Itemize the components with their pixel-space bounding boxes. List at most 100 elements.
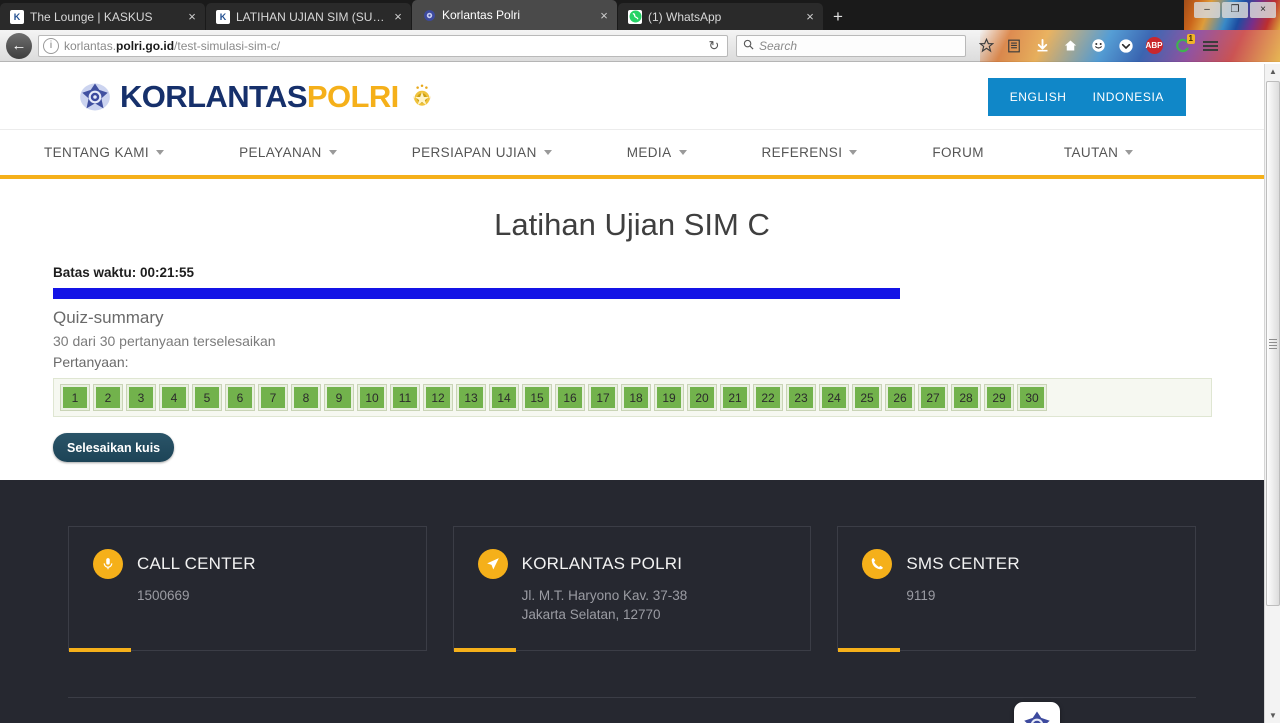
- question-number-box[interactable]: 1: [61, 385, 89, 410]
- url-domain: polri.go.id: [116, 38, 175, 53]
- adblock-icon[interactable]: ABP: [1140, 33, 1168, 59]
- question-number-box[interactable]: 30: [1018, 385, 1046, 410]
- reload-icon[interactable]: ↻: [705, 38, 723, 54]
- new-tab-button[interactable]: +: [824, 3, 852, 30]
- tab-title: Korlantas Polri: [442, 8, 521, 22]
- contact-cards: CALL CENTER 1500669 KORLANTAS POLRI Jl. …: [0, 526, 1264, 652]
- question-number-box[interactable]: 7: [259, 385, 287, 410]
- question-number-box[interactable]: 16: [556, 385, 584, 410]
- contact-line: 1500669: [137, 588, 190, 603]
- download-icon[interactable]: [1028, 33, 1056, 59]
- nav-label: TAUTAN: [1063, 145, 1119, 160]
- smiley-icon[interactable]: [1084, 33, 1112, 59]
- kaskus-icon: K: [216, 9, 230, 24]
- browser-tab[interactable]: K LATIHAN UJIAN SIM (SUR... ×: [206, 3, 411, 30]
- home-icon[interactable]: [1056, 33, 1084, 59]
- question-number-box[interactable]: 5: [193, 385, 221, 410]
- extension-badge: 1: [1186, 33, 1195, 44]
- nav-item-media[interactable]: MEDIA: [627, 145, 687, 160]
- question-number-box[interactable]: 19: [655, 385, 683, 410]
- quiz-progress-fill: [53, 288, 900, 299]
- close-icon[interactable]: ×: [185, 10, 199, 23]
- question-number-box[interactable]: 4: [160, 385, 188, 410]
- search-input[interactable]: Search: [736, 34, 966, 57]
- lang-indonesia[interactable]: INDONESIA: [1093, 90, 1164, 104]
- question-number-box[interactable]: 17: [589, 385, 617, 410]
- question-number-box[interactable]: 22: [754, 385, 782, 410]
- question-number-box[interactable]: 10: [358, 385, 386, 410]
- question-number-box[interactable]: 11: [391, 385, 419, 410]
- close-icon[interactable]: ×: [803, 10, 817, 23]
- question-number-box[interactable]: 23: [787, 385, 815, 410]
- question-number-box[interactable]: 6: [226, 385, 254, 410]
- contact-title: KORLANTAS POLRI: [521, 554, 683, 573]
- question-number-box[interactable]: 8: [292, 385, 320, 410]
- question-number-box[interactable]: 2: [94, 385, 122, 410]
- extension-icon[interactable]: 1: [1168, 33, 1196, 59]
- question-number-box[interactable]: 15: [523, 385, 551, 410]
- question-number-box[interactable]: 29: [985, 385, 1013, 410]
- question-number-box[interactable]: 24: [820, 385, 848, 410]
- question-number-box[interactable]: 12: [424, 385, 452, 410]
- polri-star-emblem-icon: [407, 82, 437, 112]
- question-number-box[interactable]: 3: [127, 385, 155, 410]
- nav-item-forum[interactable]: FORUM: [932, 145, 984, 160]
- language-switcher[interactable]: ENGLISH INDONESIA: [987, 77, 1186, 116]
- korlantas-emblem-icon: [78, 80, 112, 114]
- menu-icon[interactable]: [1196, 33, 1224, 59]
- question-number-box[interactable]: 13: [457, 385, 485, 410]
- browser-tab-active[interactable]: Korlantas Polri ×: [412, 0, 617, 30]
- question-number-box[interactable]: 21: [721, 385, 749, 410]
- close-icon[interactable]: ×: [597, 9, 611, 22]
- question-number-box[interactable]: 20: [688, 385, 716, 410]
- question-number-box[interactable]: 18: [622, 385, 650, 410]
- question-number-box[interactable]: 25: [853, 385, 881, 410]
- nav-label: MEDIA: [626, 145, 672, 160]
- contact-line: 9119: [906, 588, 936, 603]
- scroll-up-arrow-icon[interactable]: ▲: [1265, 64, 1280, 79]
- question-number-box[interactable]: 26: [886, 385, 914, 410]
- kaskus-icon: K: [10, 9, 24, 24]
- nav-label: PELAYANAN: [239, 145, 322, 160]
- browser-navbar: ← i korlantas.polri.go.id/test-simulasi-…: [0, 30, 1280, 62]
- nav-item-referensi[interactable]: REFERENSI: [762, 145, 858, 160]
- korlantas-icon: [422, 8, 436, 22]
- address-bar[interactable]: i korlantas.polri.go.id/test-simulasi-si…: [38, 34, 728, 57]
- nav-item-tentang-kami[interactable]: TENTANG KAMI: [44, 145, 165, 160]
- chevron-down-icon: [849, 150, 858, 155]
- question-number-box[interactable]: 27: [919, 385, 947, 410]
- nav-label: FORUM: [932, 145, 984, 160]
- scroll-down-arrow-icon[interactable]: ▼: [1265, 708, 1280, 723]
- chat-widget[interactable]: Silahkan Tinggalkan Pesan +: [1006, 702, 1246, 723]
- finish-quiz-button[interactable]: Selesaikan kuis: [53, 433, 175, 462]
- contact-line: Jl. M.T. Haryono Kav. 37-38: [521, 588, 688, 603]
- quiz-timer: Batas waktu: 00:21:55: [53, 265, 195, 280]
- site-info-icon[interactable]: i: [43, 37, 59, 54]
- page-scrollbar[interactable]: ▲ ▼: [1264, 64, 1280, 723]
- search-icon: [743, 39, 754, 53]
- question-number-box[interactable]: 28: [952, 385, 980, 410]
- nav-item-persiapan-ujian[interactable]: PERSIAPAN UJIAN: [412, 145, 552, 160]
- chevron-down-icon: [328, 150, 337, 155]
- maximize-button[interactable]: ❐: [1222, 2, 1248, 18]
- lang-english[interactable]: ENGLISH: [1010, 90, 1067, 104]
- scrollbar-thumb[interactable]: [1266, 81, 1280, 606]
- question-number-box[interactable]: 14: [490, 385, 518, 410]
- chevron-down-icon[interactable]: [1112, 33, 1140, 59]
- nav-item-pelayanan[interactable]: PELAYANAN: [239, 145, 337, 160]
- library-icon[interactable]: [1000, 33, 1028, 59]
- contact-card-korlantas-polri: KORLANTAS POLRI Jl. M.T. Haryono Kav. 37…: [452, 526, 812, 652]
- browser-tab[interactable]: (1) WhatsApp ×: [618, 3, 823, 30]
- minimize-button[interactable]: –: [1194, 2, 1220, 18]
- bookmark-star-icon[interactable]: [972, 33, 1000, 59]
- browser-tab[interactable]: K The Lounge | KASKUS ×: [0, 3, 205, 30]
- site-logo[interactable]: KORLANTASPOLRI: [78, 79, 437, 115]
- close-icon[interactable]: ×: [391, 10, 405, 23]
- page-viewport: KORLANTASPOLRI ENGLISH INDONESIA TENTANG…: [0, 64, 1280, 723]
- nav-item-tautan[interactable]: TAUTAN: [1063, 145, 1134, 160]
- contact-card-call-center: CALL CENTER 1500669: [68, 526, 427, 652]
- contact-title: SMS CENTER: [906, 554, 1020, 573]
- close-window-button[interactable]: ×: [1250, 2, 1276, 18]
- question-number-box[interactable]: 9: [325, 385, 353, 410]
- back-button[interactable]: ←: [6, 32, 32, 59]
